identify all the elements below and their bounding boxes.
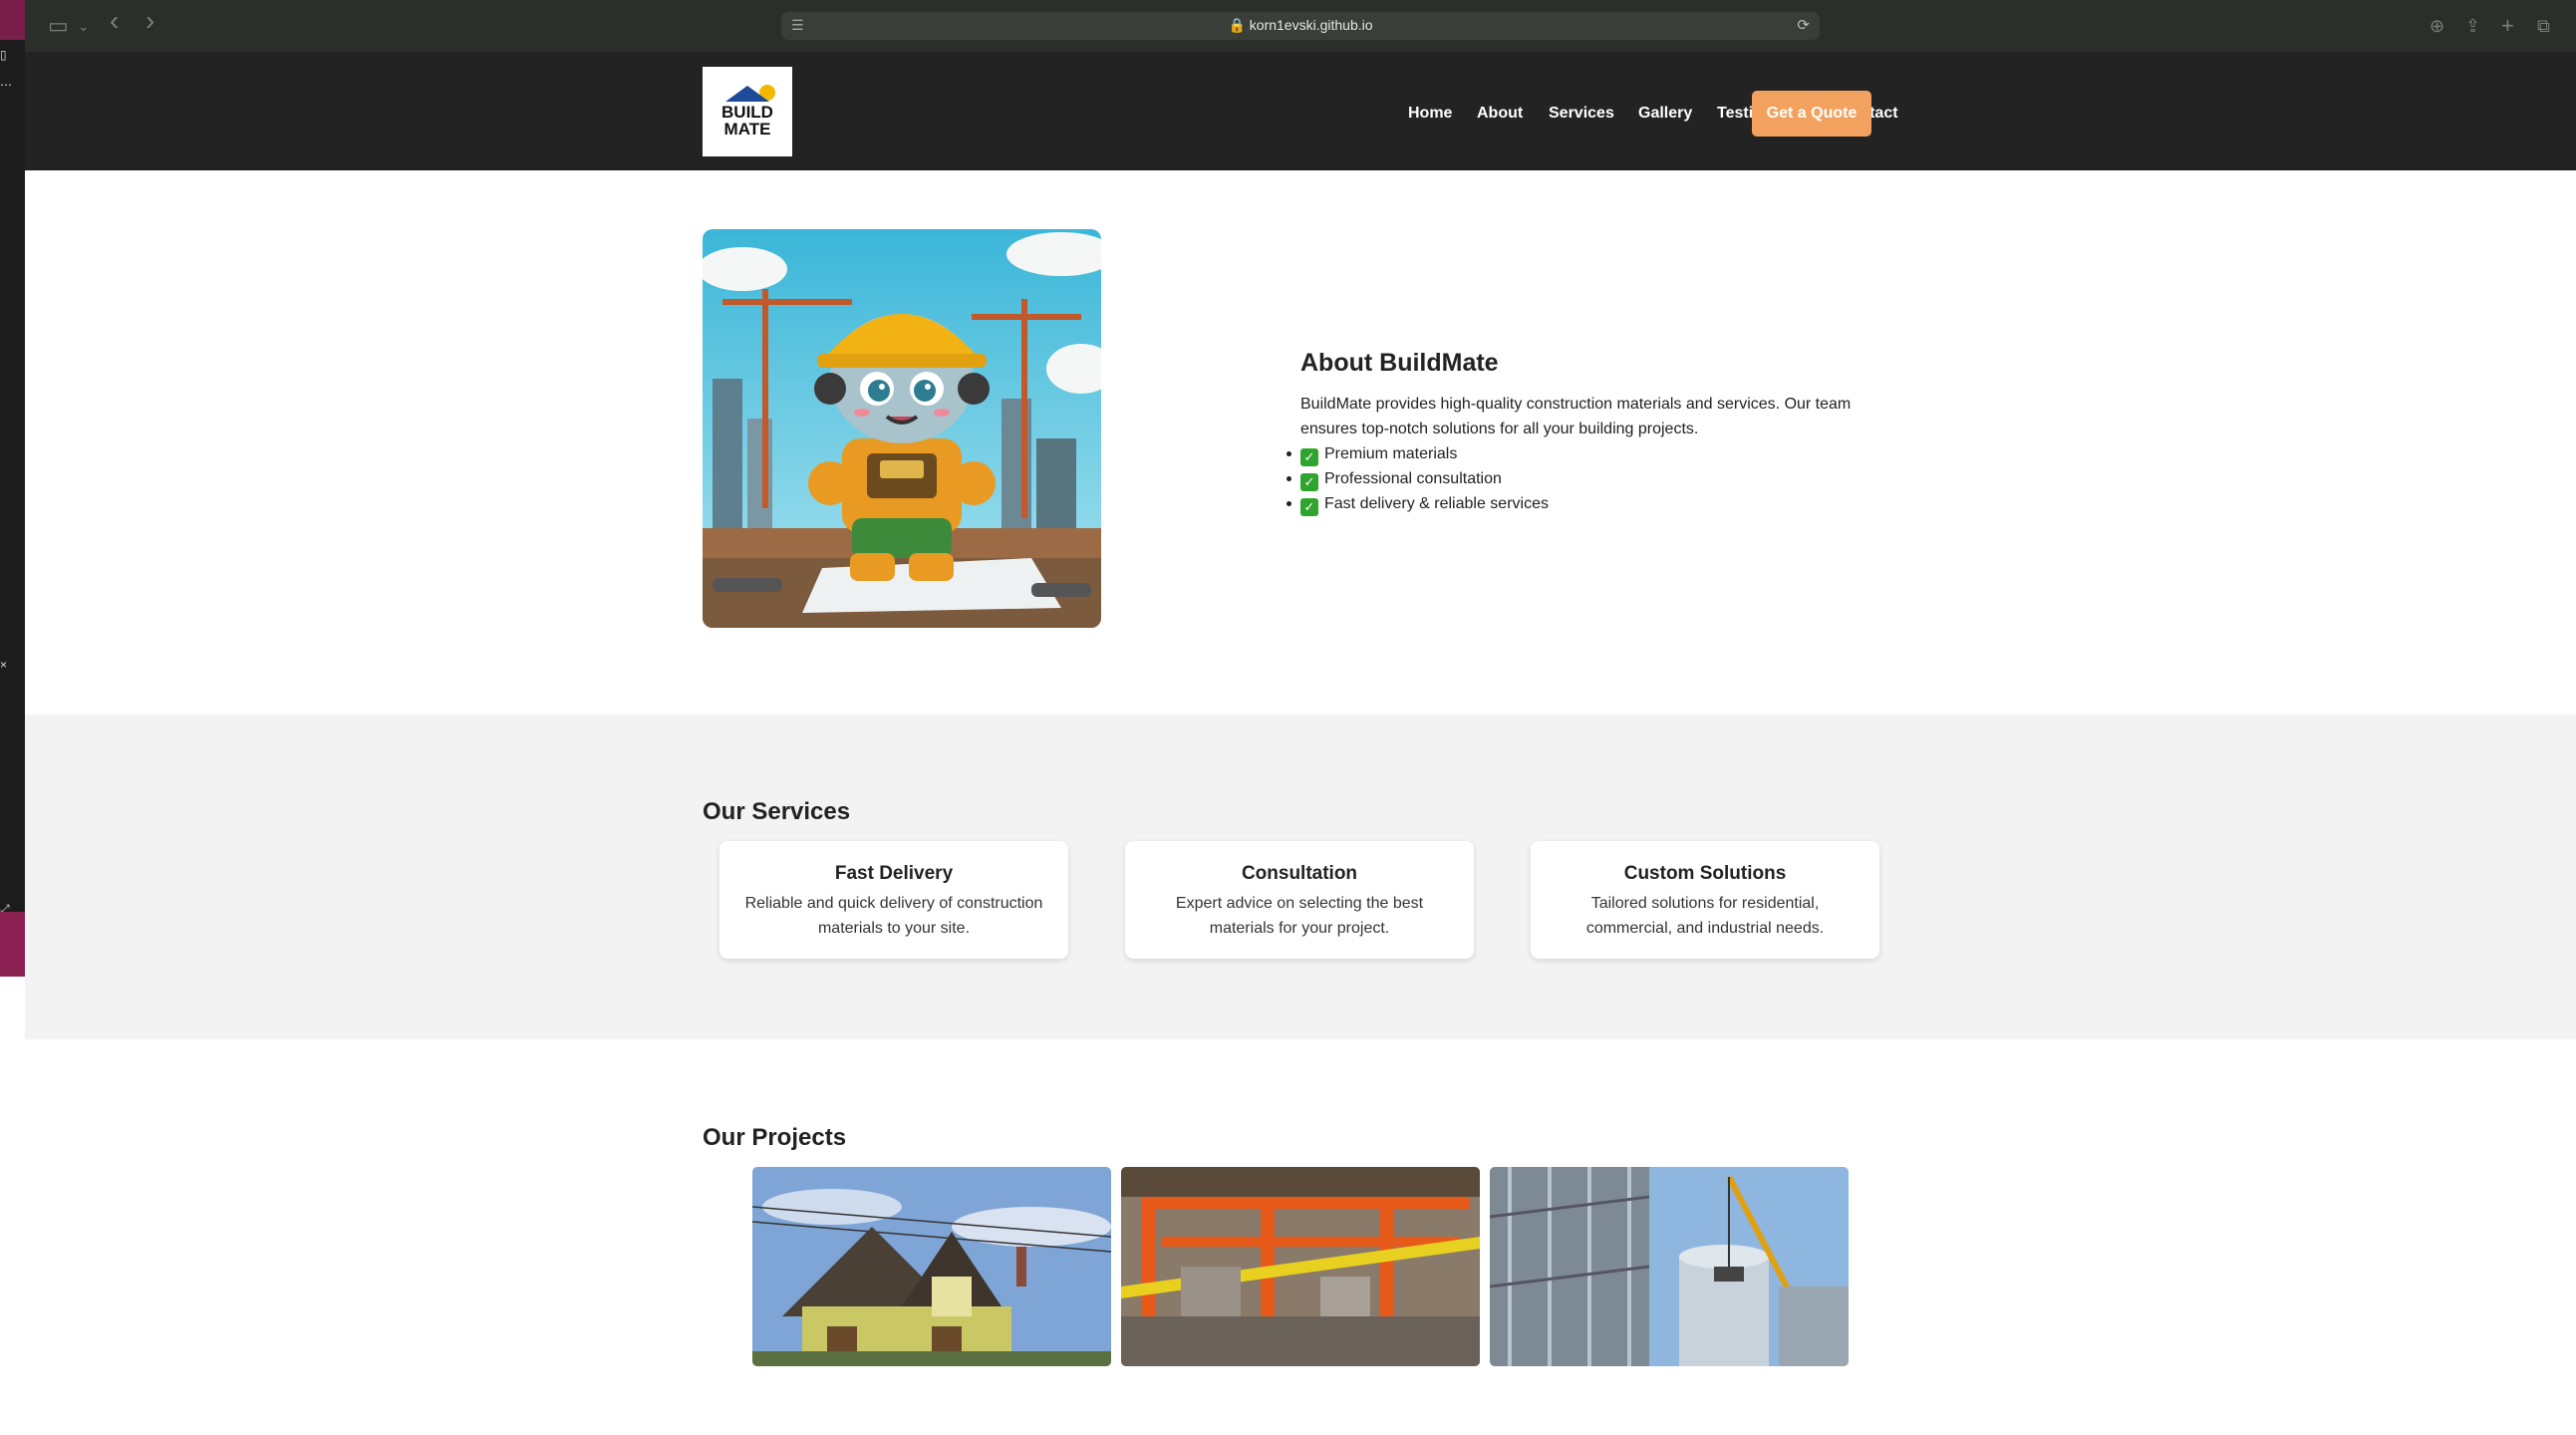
- background-window-strip: ▯ ⋯ × ⤢: [0, 0, 25, 977]
- service-card-consultation: Consultation Expert advice on selecting …: [1125, 841, 1474, 959]
- logo-text-line1: BUILD: [721, 103, 773, 122]
- services-section: Our Services Fast Delivery Reliable and …: [25, 715, 2576, 1039]
- project-image-industrial-silos[interactable]: [1490, 1167, 1849, 1366]
- check-icon: ✓: [1300, 473, 1318, 491]
- nav-home[interactable]: Home: [1408, 105, 1452, 123]
- site-header: BUILD MATE Home About Services Gallery T…: [25, 52, 2576, 170]
- background-window-bottom: [0, 912, 25, 977]
- service-card-custom-solutions: Custom Solutions Tailored solutions for …: [1531, 841, 1879, 959]
- nav-services[interactable]: Services: [1549, 105, 1614, 123]
- share-icon[interactable]: ⇪: [2465, 14, 2480, 38]
- service-card-text: Reliable and quick delivery of construct…: [744, 895, 1043, 937]
- url-text: 🔒 korn1evski.github.io: [1228, 17, 1373, 33]
- get-a-quote-button[interactable]: Get a Quote: [1752, 91, 1871, 137]
- nav-gallery[interactable]: Gallery: [1638, 105, 1692, 123]
- panel-icon: ▯: [0, 48, 7, 62]
- reload-icon[interactable]: ⟳: [1797, 16, 1810, 34]
- project-image-house[interactable]: [752, 1167, 1111, 1366]
- service-card-fast-delivery: Fast Delivery Reliable and quick deliver…: [719, 841, 1068, 959]
- chevron-down-icon[interactable]: ⌄: [78, 14, 90, 38]
- about-description: BuildMate provides high-quality construc…: [1300, 396, 1852, 437]
- download-icon[interactable]: ⊕: [2430, 14, 2444, 38]
- project-image-steel-frame[interactable]: [1121, 1167, 1480, 1366]
- more-icon: ⋯: [0, 78, 12, 92]
- service-card-title: Fast Delivery: [834, 863, 954, 884]
- about-section: About BuildMate BuildMate provides high-…: [1287, 349, 1868, 516]
- about-title: About BuildMate: [1300, 349, 1499, 377]
- background-window-top: [0, 0, 25, 40]
- logo-roof-icon: [725, 86, 769, 102]
- service-card-text: Expert advice on selecting the best mate…: [1175, 895, 1424, 937]
- list-item: ✓ Professional consultation: [1287, 466, 1868, 491]
- services-title: Our Services: [703, 798, 851, 825]
- service-card-title: Consultation: [1241, 863, 1358, 884]
- logo-text-line2: MATE: [723, 120, 771, 139]
- close-icon: ×: [0, 658, 8, 672]
- sidebar-toggle-icon[interactable]: ▭: [48, 14, 69, 38]
- tab-overview-icon[interactable]: ⧉: [2537, 14, 2550, 38]
- browser-toolbar: ▭ ⌄ ‹ › ☰ 🔒 korn1evski.github.io ⟳ ⊕ ⇪ +…: [0, 0, 2576, 52]
- nav-about[interactable]: About: [1477, 105, 1523, 123]
- list-item: ✓ Fast delivery & reliable services: [1287, 491, 1868, 516]
- service-card-text: Tailored solutions for residential, comm…: [1585, 895, 1825, 937]
- about-feature-list: ✓ Premium materials ✓ Professional consult…: [1287, 441, 1868, 516]
- projects-title: Our Projects: [703, 1124, 847, 1151]
- check-icon: ✓: [1300, 498, 1318, 516]
- address-bar[interactable]: ☰ 🔒 korn1evski.github.io ⟳: [781, 12, 1820, 40]
- new-tab-icon[interactable]: +: [2501, 14, 2514, 38]
- back-icon[interactable]: ‹: [110, 7, 119, 35]
- robot-mascot-image: [703, 229, 1101, 628]
- check-icon: ✓: [1300, 448, 1318, 466]
- forward-icon[interactable]: ›: [145, 7, 154, 35]
- list-item: ✓ Premium materials: [1287, 441, 1868, 466]
- service-card-title: Custom Solutions: [1623, 863, 1787, 884]
- buildmate-logo[interactable]: BUILD MATE: [703, 67, 792, 156]
